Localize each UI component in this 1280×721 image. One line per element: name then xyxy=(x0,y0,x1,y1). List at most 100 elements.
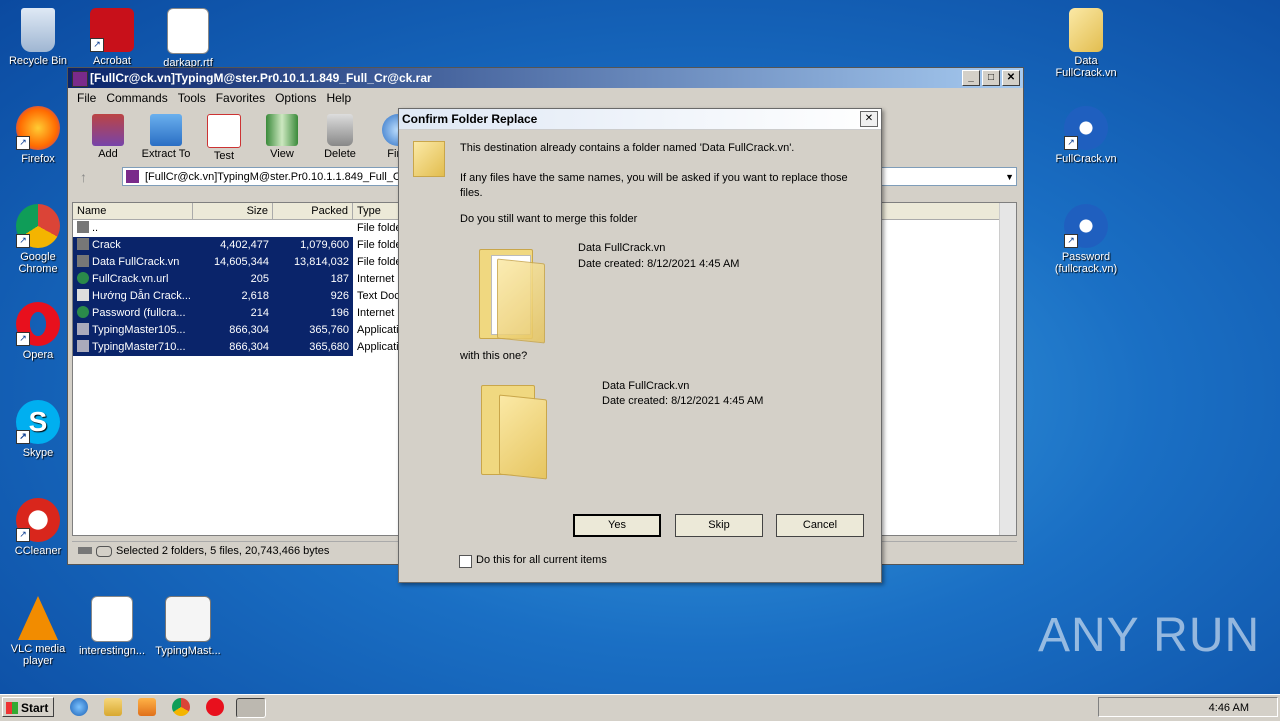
view-button[interactable]: View xyxy=(254,108,310,164)
dialog-message-3: Do you still want to merge this folder xyxy=(460,213,638,225)
cancel-button[interactable]: Cancel xyxy=(776,514,864,537)
maximize-button[interactable]: □ xyxy=(982,70,1000,86)
desktop-icon-firefox[interactable]: ↗ Firefox xyxy=(0,106,76,165)
vertical-scrollbar[interactable] xyxy=(999,203,1016,535)
clock[interactable]: 4:46 AM xyxy=(1209,702,1249,714)
apply-all-label: Do this for all current items xyxy=(476,554,607,566)
minimize-button[interactable]: _ xyxy=(962,70,980,86)
extract-icon xyxy=(150,114,182,146)
desktop-icon-vlc[interactable]: VLC media player xyxy=(0,596,76,667)
ie-icon[interactable] xyxy=(70,698,88,716)
opera-icon[interactable] xyxy=(206,698,224,716)
desktop-icon-acrobat[interactable]: ↗ Acrobat xyxy=(74,8,150,67)
apply-all-checkbox[interactable] xyxy=(459,555,472,568)
desktop-icon-interesting[interactable]: interestingn... xyxy=(74,596,150,657)
desktop-icon-darkapr[interactable]: darkapr.rtf xyxy=(150,8,226,69)
globe-icon xyxy=(77,306,89,318)
chrome-icon[interactable] xyxy=(172,698,190,716)
menu-help[interactable]: Help xyxy=(321,91,356,105)
menu-bar: File Commands Tools Favorites Options He… xyxy=(68,88,1023,108)
dialog-titlebar[interactable]: Confirm Folder Replace xyxy=(399,109,881,130)
folder-icon xyxy=(77,238,89,250)
desktop-icon-fullcrack[interactable]: ↗ FullCrack.vn xyxy=(1048,106,1124,165)
new-folder-date: Date created: 8/12/2021 4:45 AM xyxy=(602,395,764,407)
dialog-title: Confirm Folder Replace xyxy=(402,112,538,126)
desktop-icon-password[interactable]: ↗ Password (fullcrack.vn) xyxy=(1048,204,1124,275)
windows-logo-icon xyxy=(6,702,18,714)
desktop-icon-skype[interactable]: S ↗ Skype xyxy=(0,400,76,459)
start-label: Start xyxy=(21,701,49,715)
desktop-icon-label: Skype xyxy=(22,447,54,459)
desktop-icon-label: Data FullCrack.vn xyxy=(1055,55,1117,79)
desktop-icon-label: Firefox xyxy=(21,153,55,165)
word-doc-icon xyxy=(167,8,209,54)
desktop-icon-recycle-bin[interactable]: Recycle Bin xyxy=(0,8,76,67)
status-text: Selected 2 folders, 5 files, 20,743,466 … xyxy=(116,545,330,557)
delete-label: Delete xyxy=(324,148,356,160)
vlc-icon xyxy=(18,596,58,640)
winrar-icon xyxy=(72,71,88,87)
text-file-icon xyxy=(77,289,89,301)
extract-to-label: Extract To xyxy=(141,148,191,160)
confirm-folder-replace-dialog: Confirm Folder Replace ✕ This destinatio… xyxy=(398,108,882,583)
desktop-icon-label: Opera xyxy=(22,349,54,361)
trash-icon xyxy=(327,114,353,146)
app-icon xyxy=(77,340,89,352)
info-icon: ↗ xyxy=(1064,106,1108,150)
key-icon xyxy=(96,546,112,557)
existing-folder-icon xyxy=(479,241,545,344)
desktop-icon-label: TypingMast... xyxy=(155,645,221,657)
skip-button[interactable]: Skip xyxy=(675,514,763,537)
start-button[interactable]: Start xyxy=(2,697,54,717)
address-text: [FullCr@ck.vn]TypingM@ster.Pr0.10.1.1.84… xyxy=(145,171,401,183)
menu-commands[interactable]: Commands xyxy=(101,91,172,105)
skype-icon: S ↗ xyxy=(16,400,60,444)
desktop-icon-typingmaster[interactable]: TypingMast... xyxy=(150,596,226,657)
add-button[interactable]: Add xyxy=(80,108,136,164)
media-player-icon[interactable] xyxy=(138,698,156,716)
drive-icon xyxy=(78,547,92,554)
test-icon xyxy=(207,114,241,148)
menu-options[interactable]: Options xyxy=(270,91,321,105)
app-icon xyxy=(165,596,211,642)
column-packed[interactable]: Packed xyxy=(273,203,353,219)
menu-favorites[interactable]: Favorites xyxy=(211,91,270,105)
opera-icon: ↗ xyxy=(16,302,60,346)
with-this-one-label: with this one? xyxy=(460,350,528,362)
explorer-icon[interactable] xyxy=(104,698,122,716)
winrar-titlebar[interactable]: [FullCr@ck.vn]TypingM@ster.Pr0.10.1.1.84… xyxy=(68,68,1023,88)
word-doc-icon xyxy=(91,596,133,642)
archive-icon xyxy=(126,170,139,183)
desktop-icon-chrome[interactable]: ↗ Google Chrome xyxy=(0,204,76,275)
folder-warning-icon xyxy=(413,141,445,177)
desktop-icon-label: Google Chrome xyxy=(18,251,58,275)
close-button[interactable]: ✕ xyxy=(1002,70,1020,86)
dialog-message-1: This destination already contains a fold… xyxy=(460,142,795,154)
desktop-icon-label: interestingn... xyxy=(78,645,146,657)
chevron-down-icon[interactable]: ▼ xyxy=(1005,168,1014,187)
test-button[interactable]: Test xyxy=(196,108,252,164)
acrobat-icon: ↗ xyxy=(90,8,134,52)
add-icon xyxy=(92,114,124,146)
desktop-icon-label: CCleaner xyxy=(14,545,62,557)
desktop-icon-data-fullcrack[interactable]: Data FullCrack.vn xyxy=(1048,8,1124,79)
delete-button[interactable]: Delete xyxy=(312,108,368,164)
extract-to-button[interactable]: Extract To xyxy=(138,108,194,164)
desktop-icon-label: Password (fullcrack.vn) xyxy=(1054,251,1118,275)
app-icon xyxy=(77,323,89,335)
new-folder-name: Data FullCrack.vn xyxy=(602,380,690,392)
desktop-icon-opera[interactable]: ↗ Opera xyxy=(0,302,76,361)
close-icon[interactable]: ✕ xyxy=(860,111,878,127)
menu-tools[interactable]: Tools xyxy=(173,91,211,105)
recycle-bin-icon xyxy=(21,8,55,52)
info-icon: ↗ xyxy=(1064,204,1108,248)
up-arrow-icon[interactable]: ↑ xyxy=(80,169,87,185)
column-name[interactable]: Name xyxy=(73,203,193,219)
column-size[interactable]: Size xyxy=(193,203,273,219)
menu-file[interactable]: File xyxy=(72,91,101,105)
desktop-icon-label: Recycle Bin xyxy=(8,55,68,67)
winrar-taskbar-icon[interactable] xyxy=(236,698,266,718)
desktop-icon-ccleaner[interactable]: ↗ CCleaner xyxy=(0,498,76,557)
existing-folder-date: Date created: 8/12/2021 4:45 AM xyxy=(578,258,740,270)
yes-button[interactable]: Yes xyxy=(573,514,661,537)
